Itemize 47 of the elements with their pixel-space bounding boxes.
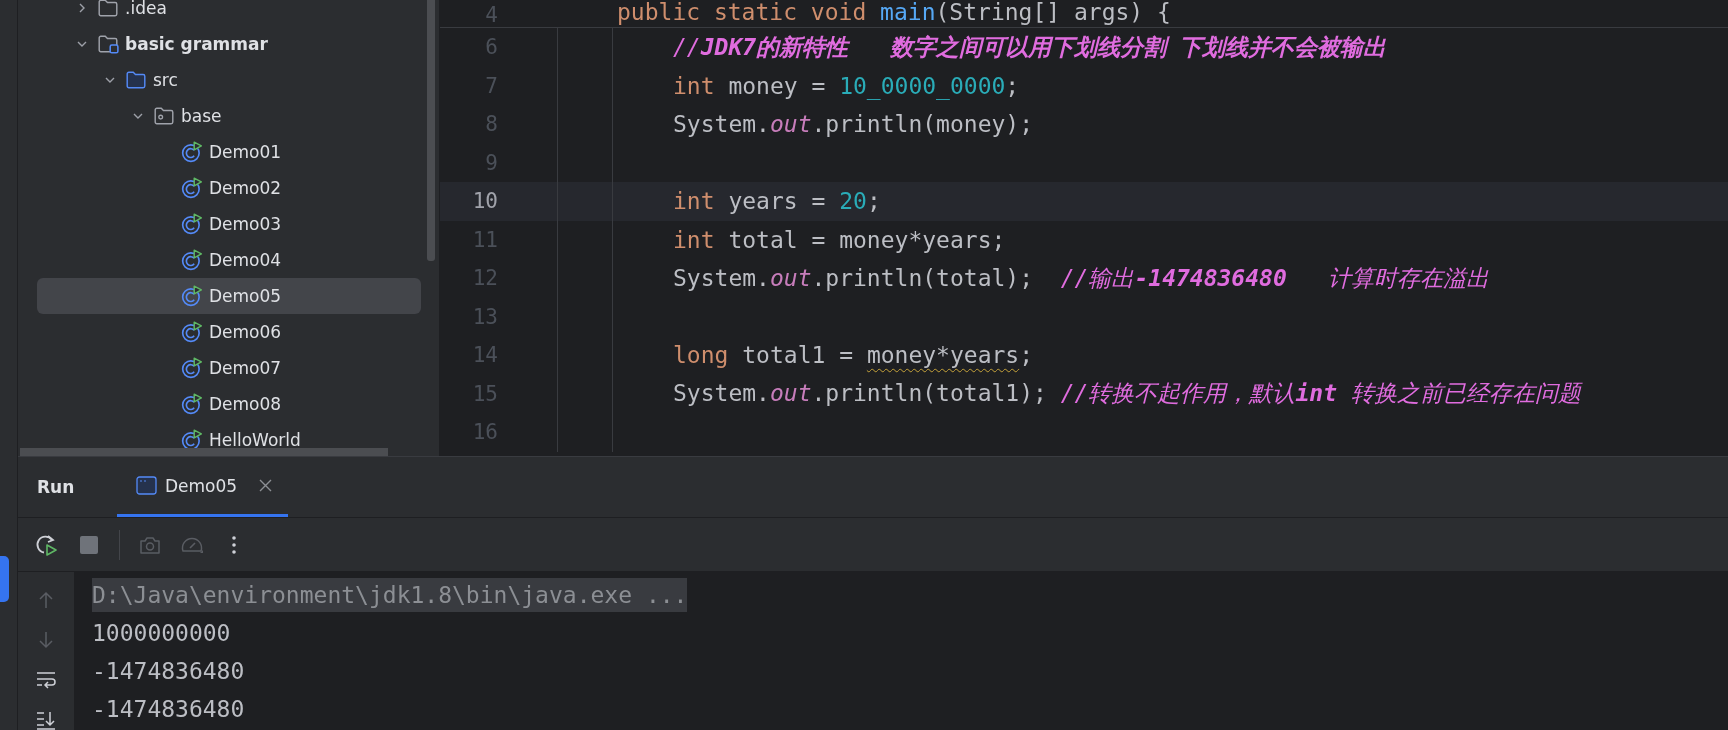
run-tab[interactable]: Demo05	[117, 457, 289, 517]
code-line: System.out.println(money);	[673, 111, 1034, 138]
tree-item[interactable]: base	[37, 98, 421, 134]
tree-item[interactable]: Demo02	[37, 170, 421, 206]
code-line: int years = 20;	[673, 188, 881, 215]
folder-icon	[97, 0, 119, 19]
class-icon	[181, 177, 203, 199]
close-icon[interactable]	[259, 479, 273, 492]
class-icon	[181, 213, 203, 235]
class-icon	[181, 357, 203, 379]
tree-item[interactable]: .idea	[37, 0, 421, 26]
code-line: System.out.println(total); //输出-1474836480 计算时存在溢出	[673, 263, 1490, 293]
scrollbar-thumb[interactable]	[427, 0, 435, 261]
tree-item[interactable]: Demo08	[37, 386, 421, 422]
panel-title: Run	[36, 476, 76, 499]
folder-icon	[125, 69, 147, 91]
scrollbar-thumb[interactable]	[20, 448, 388, 456]
tree-item[interactable]: Demo07	[37, 350, 421, 386]
active-tool-indicator	[0, 556, 9, 602]
class-icon	[181, 393, 203, 415]
class-icon	[181, 429, 203, 451]
code-line: //JDK7的新特性 数字之间可以用下划线分割 下划线并不会被输出	[673, 32, 1387, 62]
console-output-line: -1474836480	[92, 696, 245, 722]
tree-item[interactable]: Demo05	[37, 278, 421, 314]
line-number: 10	[471, 189, 498, 214]
code-line: int money = 10_0000_0000;	[673, 72, 1020, 99]
code-line: System.out.println(total1); //转换不起作用，默认int 转换之前已经存在问题	[673, 379, 1581, 409]
class-icon	[181, 141, 203, 163]
tree-item[interactable]: src	[37, 62, 421, 98]
class-icon	[181, 285, 203, 307]
code-line: public static void main(String[] args) {	[617, 0, 1171, 27]
tree-item[interactable]: Demo03	[37, 206, 421, 242]
package-folder-icon	[153, 105, 175, 127]
class-icon	[181, 249, 203, 271]
module-folder-icon	[97, 33, 119, 55]
tree-item[interactable]: HelloWorld	[37, 422, 421, 456]
console-output-line: -1474836480	[92, 658, 245, 684]
tree-item[interactable]: Demo06	[37, 314, 421, 350]
class-icon	[181, 321, 203, 343]
tree-item[interactable]: Demo01	[37, 134, 421, 170]
console-output-line: 1000000000	[92, 620, 231, 646]
code-line: long total1 = money*years;	[673, 342, 1034, 369]
code-line: int total = money*years;	[673, 226, 1006, 253]
tree-item[interactable]: Demo04	[37, 242, 421, 278]
tree-item[interactable]: basic grammar	[37, 26, 421, 62]
rerun-icon[interactable]	[35, 532, 59, 557]
console-window-icon	[136, 476, 157, 495]
